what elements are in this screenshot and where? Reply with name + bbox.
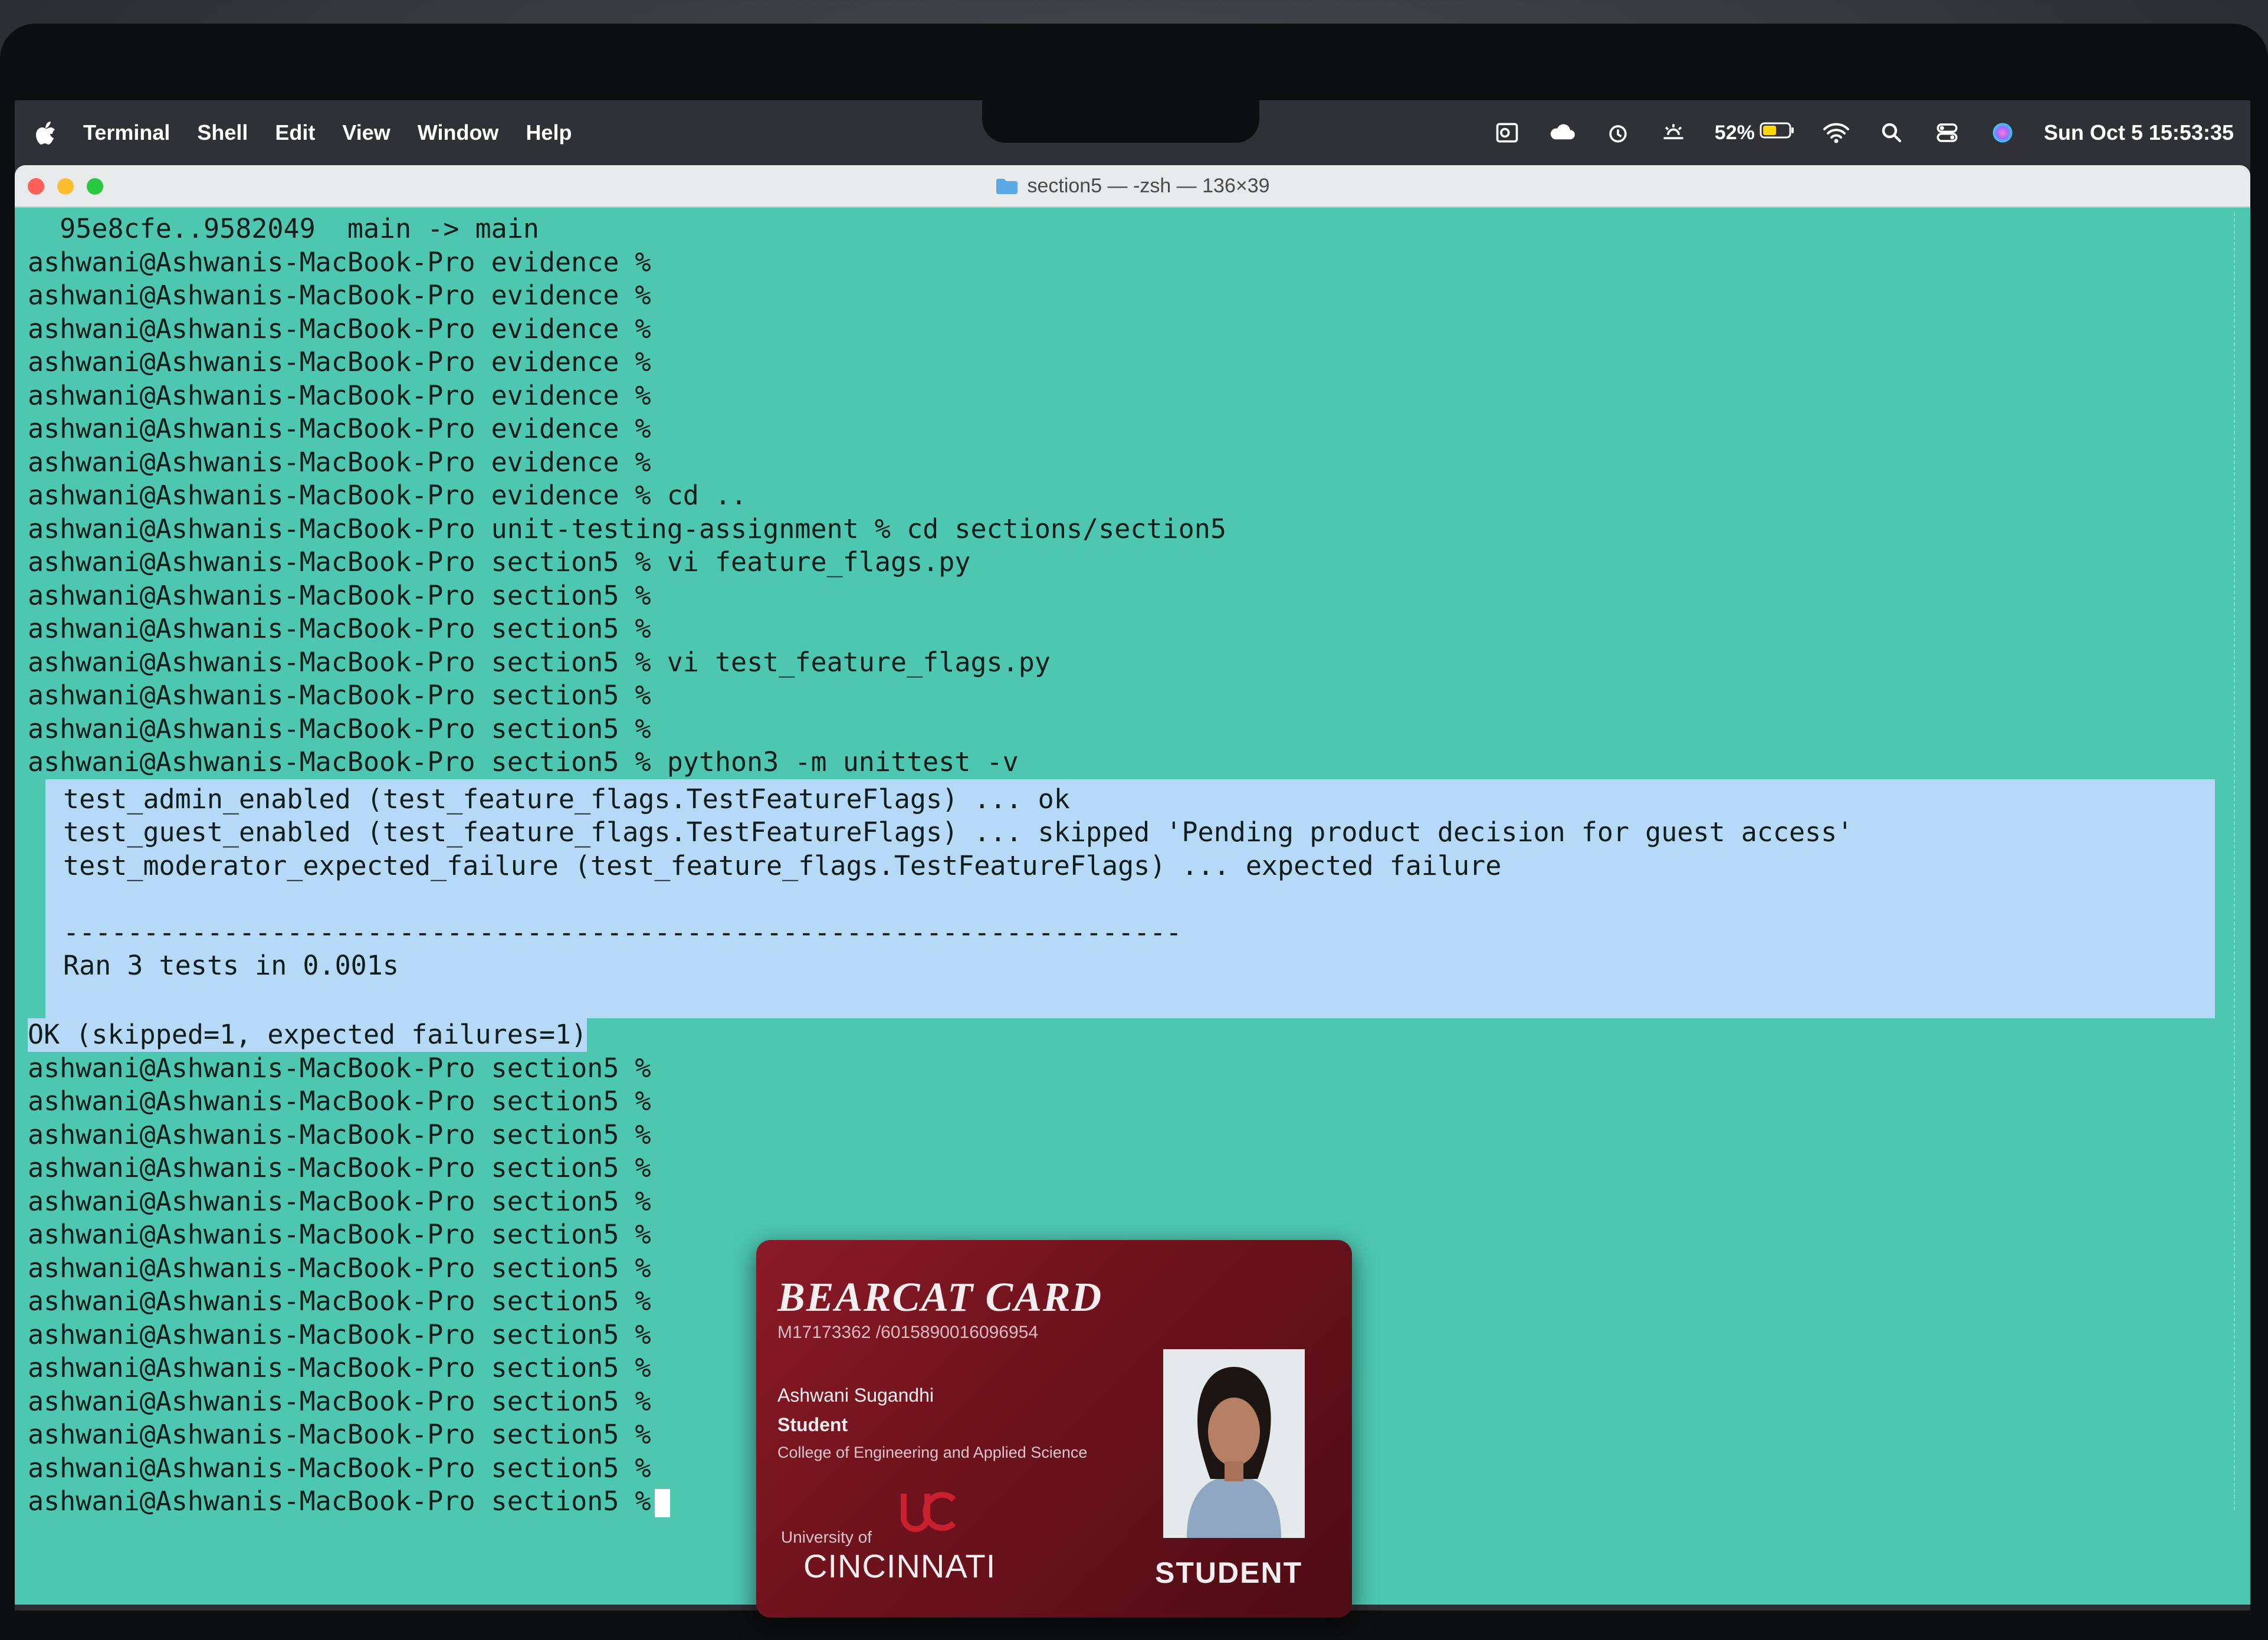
card-holder-role: Student	[777, 1414, 848, 1435]
terminal-line: ashwani@Ashwanis-MacBook-Pro unit-testin…	[28, 513, 1226, 545]
menu-shell[interactable]: Shell	[197, 120, 248, 145]
minimize-button[interactable]	[57, 178, 74, 195]
prompt-line: ashwani@Ashwanis-MacBook-Pro section5 %	[28, 1152, 651, 1183]
cloud-icon[interactable]	[1548, 119, 1577, 147]
card-number: M17173362 /6015890016096954	[777, 1323, 1039, 1342]
window-titlebar[interactable]: section5 — -zsh — 136×39	[15, 165, 2250, 208]
terminal-line: ashwani@Ashwanis-MacBook-Pro evidence %	[28, 313, 651, 345]
selected-line: test_admin_enabled (test_feature_flags.T…	[63, 783, 1070, 815]
terminal-line: ashwani@Ashwanis-MacBook-Pro evidence %	[28, 280, 651, 311]
weather-icon[interactable]	[1659, 119, 1688, 147]
scrollbar-track[interactable]	[2234, 212, 2239, 1510]
terminal-line: ashwani@Ashwanis-MacBook-Pro section5 %	[28, 579, 651, 611]
selected-line	[45, 983, 2215, 1016]
menu-view[interactable]: View	[342, 120, 390, 145]
terminal-line: ashwani@Ashwanis-MacBook-Pro evidence %	[28, 246, 651, 278]
terminal-line: ashwani@Ashwanis-MacBook-Pro section5 %	[28, 680, 651, 711]
selected-line: test_moderator_expected_failure (test_fe…	[63, 849, 1502, 881]
prompt-text: ashwani@Ashwanis-MacBook-Pro section5 %	[28, 1485, 651, 1517]
selected-line	[45, 883, 2215, 916]
outlook-icon[interactable]	[1493, 119, 1521, 147]
search-icon[interactable]	[1878, 119, 1906, 147]
terminal-line: ashwani@Ashwanis-MacBook-Pro section5 % …	[28, 646, 1051, 678]
card-photo	[1163, 1349, 1305, 1538]
close-button[interactable]	[28, 178, 44, 195]
text-cursor	[654, 1489, 670, 1517]
selected-test-output: test_admin_enabled (test_feature_flags.T…	[45, 779, 2215, 1018]
terminal-line: ashwani@Ashwanis-MacBook-Pro evidence % …	[28, 480, 747, 511]
card-college: College of Engineering and Applied Scien…	[777, 1444, 1088, 1461]
selected-line: test_guest_enabled (test_feature_flags.T…	[63, 816, 1853, 848]
menu-help[interactable]: Help	[526, 120, 572, 145]
battery-icon	[1760, 120, 1795, 145]
prompt-line: ashwani@Ashwanis-MacBook-Pro section5 %	[28, 1185, 651, 1217]
selected-line: ----------------------------------------…	[63, 916, 1182, 948]
terminal-line: ashwani@Ashwanis-MacBook-Pro section5 %	[28, 613, 651, 644]
control-center-icon[interactable]	[1933, 119, 1961, 147]
window-title: section5 — -zsh — 136×39	[1027, 174, 1270, 197]
zoom-button[interactable]	[87, 178, 103, 195]
terminal-line: ashwani@Ashwanis-MacBook-Pro evidence %	[28, 346, 651, 378]
wifi-icon[interactable]	[1822, 119, 1850, 147]
uc-logo-icon	[892, 1482, 963, 1541]
test-result-line: OK (skipped=1, expected failures=1)	[15, 1018, 2250, 1052]
selected-line: Ran 3 tests in 0.001s	[63, 950, 399, 981]
camera-notch	[982, 100, 1259, 143]
battery-status[interactable]: 52%	[1715, 120, 1795, 145]
traffic-lights	[28, 178, 103, 195]
time-machine-icon[interactable]	[1604, 119, 1632, 147]
terminal-line: ashwani@Ashwanis-MacBook-Pro section5 %	[28, 713, 651, 744]
menu-app-terminal[interactable]: Terminal	[83, 120, 170, 145]
terminal-line: ashwani@Ashwanis-MacBook-Pro section5 % …	[28, 546, 971, 578]
prompt-line: ashwani@Ashwanis-MacBook-Pro section5 %	[28, 1052, 651, 1084]
card-badge: STUDENT	[1155, 1556, 1303, 1589]
card-university-prefix: University of	[781, 1528, 872, 1546]
terminal-line: ashwani@Ashwanis-MacBook-Pro evidence %	[28, 413, 651, 444]
terminal-line: 95e8cfe..9582049 main -> main	[28, 213, 539, 244]
menu-edit[interactable]: Edit	[275, 120, 315, 145]
terminal-line: ashwani@Ashwanis-MacBook-Pro evidence %	[28, 446, 651, 478]
card-university: CINCINNATI	[803, 1547, 996, 1585]
menu-clock[interactable]: Sun Oct 5 15:53:35	[2044, 120, 2234, 145]
prompt-line: ashwani@Ashwanis-MacBook-Pro section5 %	[28, 1085, 651, 1117]
terminal-history: 95e8cfe..9582049 main -> main ashwani@Ash…	[15, 212, 2250, 779]
prompt-line: ashwani@Ashwanis-MacBook-Pro section5 %	[28, 1119, 651, 1150]
folder-icon	[995, 177, 1019, 195]
card-title: BEARCAT CARD	[777, 1275, 1103, 1320]
menu-window[interactable]: Window	[418, 120, 499, 145]
terminal-line: ashwani@Ashwanis-MacBook-Pro section5 % …	[28, 746, 1019, 778]
apple-icon[interactable]	[35, 121, 56, 145]
siri-icon[interactable]	[1988, 119, 2017, 147]
battery-percent: 52%	[1714, 121, 1755, 144]
test-result-text: OK (skipped=1, expected failures=1)	[28, 1018, 587, 1052]
terminal-line: ashwani@Ashwanis-MacBook-Pro evidence %	[28, 379, 651, 411]
card-holder-name: Ashwani Sugandhi	[777, 1385, 934, 1406]
student-id-card: BEARCAT CARD M17173362 /6015890016096954…	[756, 1240, 1352, 1618]
